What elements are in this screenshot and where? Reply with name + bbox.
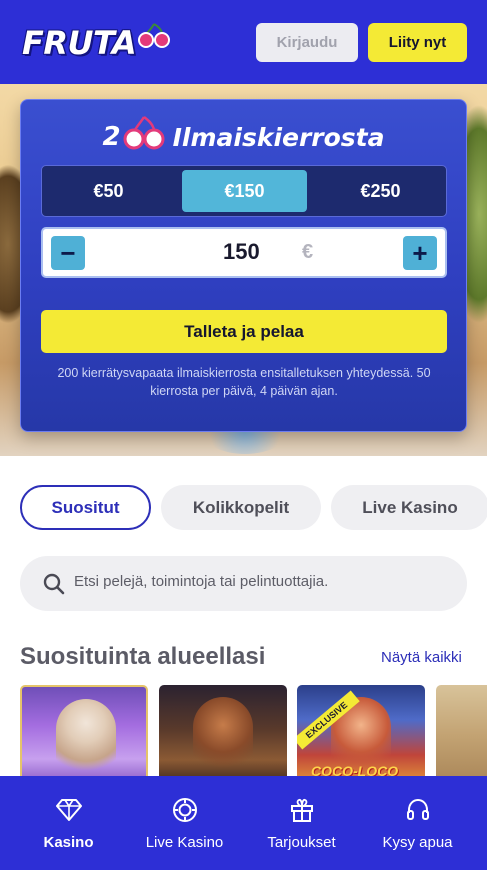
headset-icon	[404, 796, 432, 824]
deposit-amount-selector: €50 €150 €250	[41, 165, 447, 217]
amount-value[interactable]: 150	[223, 239, 260, 265]
nav-label: Tarjoukset	[267, 834, 336, 851]
nav-live-kasino[interactable]: Live Kasino	[124, 776, 245, 870]
search-icon	[43, 573, 65, 595]
cherry-icon	[123, 116, 165, 150]
tab-suositut[interactable]: Suositut	[20, 485, 151, 530]
game-tile[interactable]	[159, 685, 287, 785]
increase-amount-button[interactable]: +	[403, 236, 437, 270]
cherry-logo-icon	[138, 23, 170, 48]
tab-kolikkopelit[interactable]: Kolikkopelit	[161, 485, 321, 530]
game-thumbnail	[193, 697, 253, 777]
nav-kysy-apua[interactable]: Kysy apua	[357, 776, 478, 870]
decrease-amount-button[interactable]: −	[51, 236, 85, 270]
amount-stepper: − 150 € +	[41, 227, 447, 278]
login-button[interactable]: Kirjaudu	[256, 23, 358, 62]
offer-title-text: Ilmaiskierrosta	[172, 122, 385, 152]
currency-symbol: €	[302, 241, 314, 263]
welcome-offer-card: 2 Ilmaiskierrosta €50 €150 €250 − 150 € …	[20, 99, 467, 432]
app-header: FRUTA Kirjaudu Liity nyt	[0, 0, 487, 84]
tab-live-kasino[interactable]: Live Kasino	[331, 485, 487, 530]
offer-terms: 200 kierrätysvapaata ilmaiskierrosta ens…	[57, 366, 431, 398]
deposit-and-play-button[interactable]: Talleta ja pelaa	[41, 310, 447, 353]
game-thumbnail	[56, 699, 116, 779]
category-tabs: Suositut Kolikkopelit Live Kasino	[0, 485, 487, 531]
nav-label: Kasino	[43, 834, 94, 851]
logo-text: FRUTA	[22, 24, 137, 62]
amount-option-150[interactable]: €150	[182, 170, 307, 212]
amount-option-250[interactable]: €250	[318, 170, 443, 212]
amount-option-50[interactable]: €50	[46, 170, 171, 212]
search-input[interactable]: Etsi pelejä, toimintoja tai pelintuottaj…	[20, 556, 467, 611]
nav-label: Live Kasino	[145, 834, 224, 851]
nav-kasino[interactable]: Kasino	[8, 776, 129, 870]
join-button[interactable]: Liity nyt	[368, 23, 467, 62]
search-placeholder: Etsi pelejä, toimintoja tai pelintuottaj…	[74, 573, 329, 590]
nav-label: Kysy apua	[382, 834, 453, 851]
nav-tarjoukset[interactable]: Tarjoukset	[241, 776, 362, 870]
diamond-icon	[55, 796, 83, 824]
chip-icon	[171, 796, 199, 824]
game-tile[interactable]: EXCLUSIVE COCO-LOCO	[297, 685, 425, 785]
offer-title: 2 Ilmaiskierrosta	[21, 116, 466, 156]
offer-number: 2	[102, 122, 121, 152]
fruta-logo[interactable]: FRUTA	[22, 20, 170, 66]
show-all-link[interactable]: Näytä kaikki	[381, 649, 462, 666]
gift-icon	[288, 796, 316, 824]
bottom-navigation: Kasino Live Kasino Tarjoukset Kysy apua	[0, 776, 487, 870]
game-tile[interactable]	[20, 685, 148, 785]
section-title: Suosituinta alueellasi	[20, 643, 266, 670]
game-tile[interactable]	[436, 685, 487, 785]
